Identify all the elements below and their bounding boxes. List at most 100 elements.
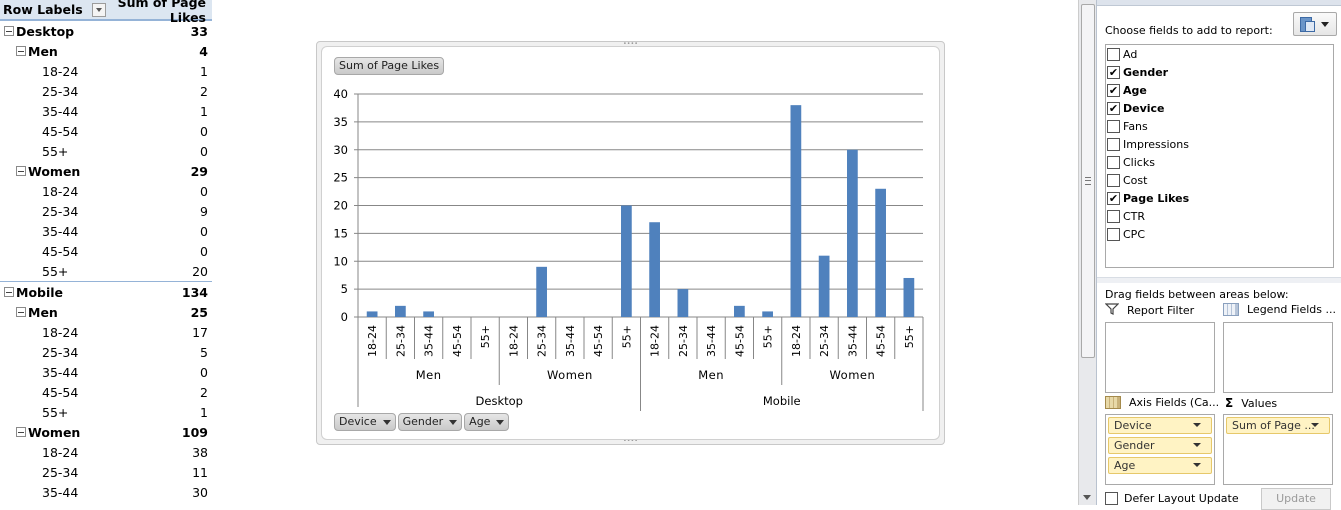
pivot-row-age[interactable]: 18-24 0 [0,181,212,201]
pivot-row-age[interactable]: 45-54 2 [0,382,212,402]
row-labels-filter-dropdown[interactable] [92,2,106,17]
pivot-row-age[interactable]: 45-54 0 [0,241,212,261]
defer-layout-update[interactable]: Defer Layout Update [1105,492,1239,505]
checkbox[interactable] [1107,227,1120,241]
field-item-ad[interactable]: Ad [1106,45,1333,63]
area-field-chip[interactable]: Gender [1108,437,1212,454]
pivot-row-age[interactable]: 18-24 17 [0,322,212,342]
axis-field-button-age[interactable]: Age [464,413,510,431]
row-label: 55+ [0,405,200,420]
pivot-row-age[interactable]: 55+ 1 [0,402,212,422]
field-item-age[interactable]: ✔ Age [1106,81,1333,99]
pivot-row-age[interactable]: 18-24 38 [0,442,212,462]
chevron-down-icon[interactable] [1193,423,1201,427]
chevron-down-icon [449,419,458,425]
update-button[interactable]: Update [1261,488,1331,510]
area-field-chip[interactable]: Device [1108,417,1212,434]
scrollbar-thumb[interactable] [1081,4,1095,358]
pivot-row-device[interactable]: Desktop 33 [0,20,212,41]
row-label: 45-54 [0,244,200,259]
pivot-row-age[interactable]: 55+ 20 [0,261,212,281]
pivot-row-device[interactable]: Mobile 134 [0,281,212,302]
row-value: 1 [200,103,208,119]
field-item-cost[interactable]: Cost [1106,171,1333,189]
section-divider[interactable] [1097,277,1341,283]
collapse-icon[interactable] [4,26,14,36]
report-filter-area[interactable] [1105,322,1215,393]
row-label: Women [0,425,182,440]
axis-field-button-device[interactable]: Device [334,413,396,431]
gender-group-label: Men [698,368,724,382]
collapse-icon[interactable] [16,46,26,56]
bar [875,188,886,317]
field-item-device[interactable]: ✔ Device [1106,99,1333,117]
pivot-row-gender[interactable]: Women 109 [0,422,212,442]
field-label: Device [1123,101,1165,115]
x-tick-label: 35-44 [705,325,718,357]
field-label: Impressions [1123,137,1189,151]
checkbox[interactable] [1107,173,1120,187]
plot-container: Sum of Page Likes 0 5 10 15 20 25 30 35 40 18-24 2… [321,46,940,440]
area-field-chip[interactable]: Sum of Page ... [1226,417,1330,434]
field-item-fans[interactable]: Fans [1106,117,1333,135]
collapse-icon[interactable] [16,307,26,317]
area-field-chip[interactable]: Age [1108,457,1212,474]
pivot-row-age[interactable]: 55+ 0 [0,141,212,161]
pivot-row-gender[interactable]: Men 25 [0,302,212,322]
field-button-label: Gender [402,415,444,428]
bar [790,105,802,318]
field-item-clicks[interactable]: Clicks [1106,153,1333,171]
chevron-down-icon[interactable] [1193,463,1201,467]
checkbox-checked[interactable]: ✔ [1107,191,1120,205]
pivot-row-age[interactable]: 25-34 11 [0,462,212,482]
checkbox-checked[interactable]: ✔ [1107,101,1120,115]
field-list-layout-button[interactable] [1293,12,1337,36]
field-item-gender[interactable]: ✔ Gender [1106,63,1333,81]
pivot-row-age[interactable]: 35-44 0 [0,362,212,382]
chevron-down-icon[interactable] [1193,443,1201,447]
collapse-icon[interactable] [4,287,14,297]
pivot-chart[interactable]: ∙∙∙∙ ∙∙∙∙ Sum of Page Likes 0 5 10 15 20 25 30… [316,41,945,445]
device-group-label: Desktop [476,394,523,408]
defer-checkbox[interactable] [1105,492,1118,505]
checkbox-checked[interactable]: ✔ [1107,83,1120,97]
checkbox[interactable] [1107,155,1120,169]
checkbox[interactable] [1107,47,1120,61]
vertical-scrollbar[interactable] [1078,0,1096,505]
pivot-row-gender[interactable]: Men 4 [0,41,212,61]
checkbox[interactable] [1107,137,1120,151]
pivot-row-age[interactable]: 35-44 1 [0,101,212,121]
pivot-row-age[interactable]: 18-24 1 [0,61,212,81]
pivot-table: Row Labels Sum of Page Likes Desktop 33 Me… [0,0,212,502]
values-area[interactable]: Sum of Page ... [1223,414,1333,485]
pivot-row-age[interactable]: 25-34 9 [0,201,212,221]
bar [903,277,915,317]
field-item-ctr[interactable]: CTR [1106,207,1333,225]
chevron-down-icon[interactable] [1311,423,1319,427]
axis-field-button-gender[interactable]: Gender [397,413,463,431]
checkbox-checked[interactable]: ✔ [1107,65,1120,79]
row-value: 25 [190,304,208,320]
legend-fields-label: Legend Fields ... [1223,303,1336,316]
collapse-icon[interactable] [16,427,26,437]
scroll-down-arrow-icon[interactable] [1083,495,1091,500]
pivot-row-age[interactable]: 25-34 5 [0,342,212,362]
pivot-row-age[interactable]: 35-44 30 [0,482,212,502]
collapse-icon[interactable] [16,166,26,176]
row-label-text: 25-34 [42,83,79,99]
checkbox[interactable] [1107,119,1120,133]
pivot-row-age[interactable]: 25-34 2 [0,81,212,101]
axis-fields-area[interactable]: Device Gender Age [1105,414,1215,485]
field-item-page-likes[interactable]: ✔ Page Likes [1106,189,1333,207]
field-item-impressions[interactable]: Impressions [1106,135,1333,153]
legend-fields-area[interactable] [1223,322,1333,393]
field-item-cpc[interactable]: CPC [1106,225,1333,243]
checkbox[interactable] [1107,209,1120,223]
pivot-row-age[interactable]: 45-54 0 [0,121,212,141]
pivot-row-gender[interactable]: Women 29 [0,161,212,181]
value-field-button[interactable]: Sum of Page Likes [334,57,445,75]
drag-fields-label: Drag fields between areas below: [1105,288,1289,301]
row-label: Desktop [0,24,191,39]
pivot-row-age[interactable]: 35-44 0 [0,221,212,241]
axis-fields-text: Axis Fields (Ca... [1129,396,1220,409]
